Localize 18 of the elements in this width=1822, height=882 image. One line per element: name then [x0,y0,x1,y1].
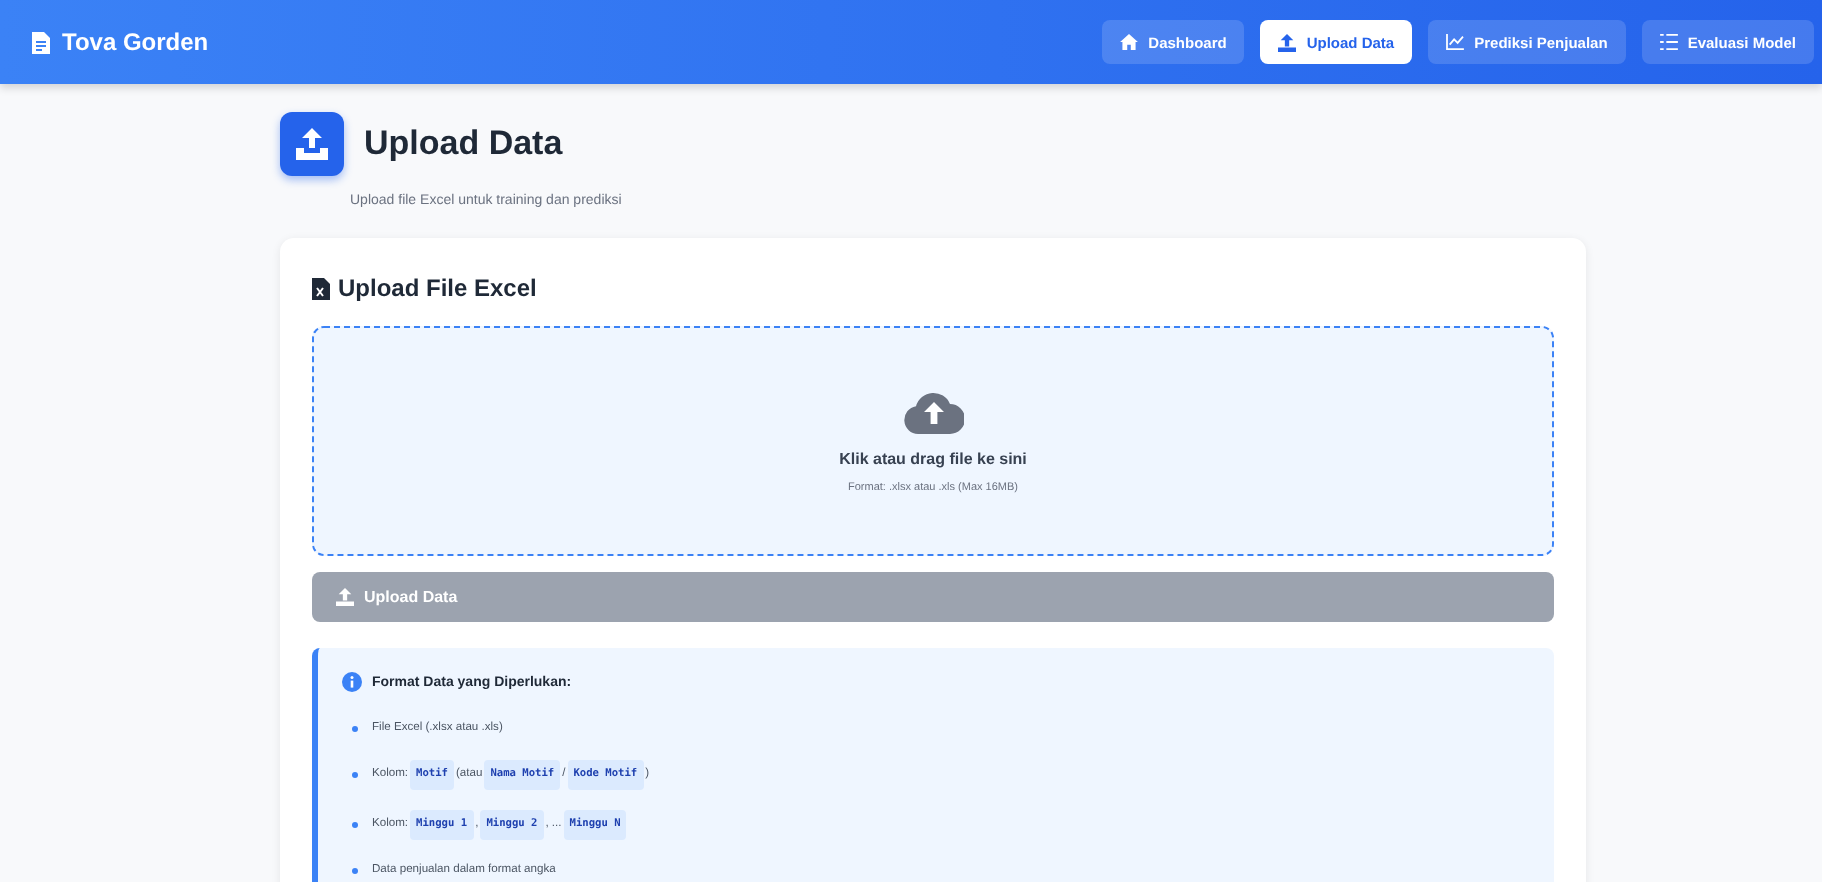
bullet-icon [352,726,358,732]
page-title: Upload Data [364,124,563,164]
list-icon [1659,34,1678,50]
brand-name: Tova Gorden [62,28,209,56]
card-title: Upload File Excel [338,274,537,302]
file-icon [32,31,50,53]
bullet-icon [352,772,358,778]
cloud-upload-icon [903,389,963,433]
bullet-icon [352,822,358,828]
upload-icon [336,588,354,606]
chart-icon [1446,34,1465,50]
info-icon [342,672,362,692]
home-icon [1120,34,1139,50]
upload-icon [280,112,344,176]
bullet-icon [352,868,358,874]
dropzone-text: Klik atau drag file ke sini [839,449,1027,467]
upload-icon [1278,33,1297,51]
excel-file-icon [312,277,330,299]
